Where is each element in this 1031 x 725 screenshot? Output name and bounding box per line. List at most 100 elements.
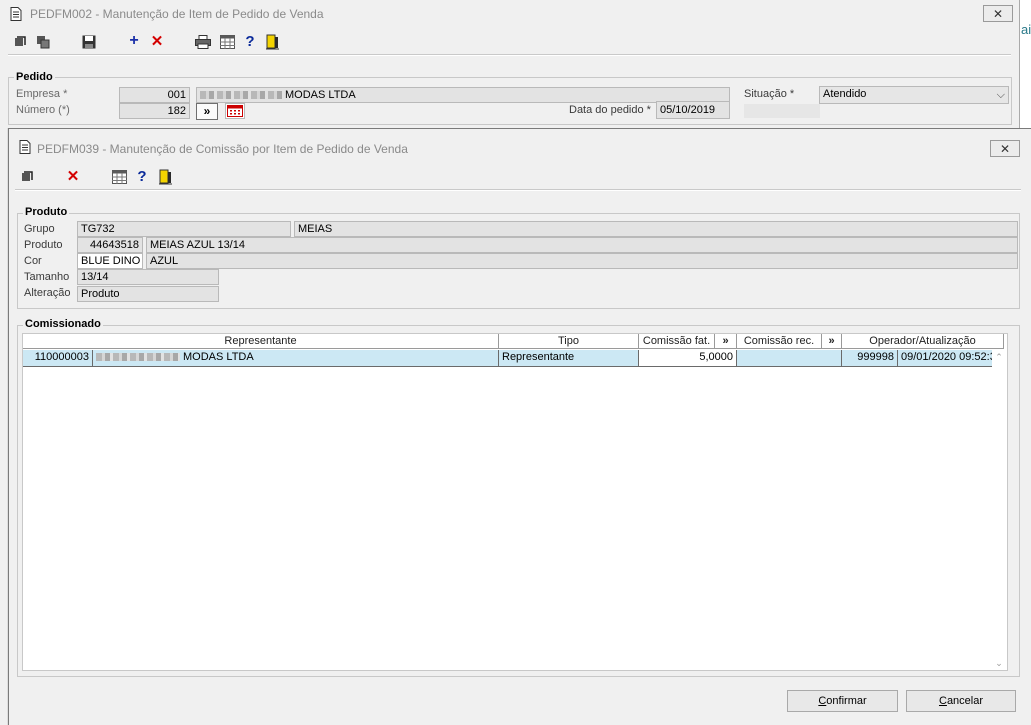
confirmar-button[interactable]: Confirmar (787, 690, 898, 712)
help-icon: ? (245, 32, 255, 50)
delete-button[interactable]: ✕ (149, 33, 165, 50)
grupo-name-field[interactable]: MEIAS (294, 221, 1018, 237)
empresa-name-field[interactable]: MODAS LTDA (196, 87, 730, 103)
add-icon: + (129, 32, 139, 49)
alteracao-field[interactable]: Produto (77, 286, 219, 302)
comissao-fat-cell[interactable]: 5,0000 (639, 350, 737, 367)
save-button[interactable] (81, 34, 97, 50)
representante-code-cell[interactable]: 110000003 (23, 350, 93, 367)
cor-code-field[interactable]: BLUE DINO (77, 253, 143, 269)
situacao-select[interactable]: Atendido ⌵ (819, 86, 1009, 104)
toolbar-separator (15, 189, 1021, 191)
column-header-representante[interactable]: Representante (23, 334, 499, 349)
column-header-comissao-fat[interactable]: Comissão fat. (639, 334, 715, 349)
help-icon: ? (137, 167, 147, 185)
outer-window-title: PEDFM002 - Manutenção de Item de Pedido … (30, 7, 324, 21)
inner-window-title: PEDFM039 - Manutenção de Comissão por It… (37, 142, 408, 156)
close-icon: ✕ (999, 142, 1011, 156)
grid-icon (111, 170, 127, 184)
column-header-comissao-rec[interactable]: Comissão rec. (737, 334, 822, 349)
close-form-button[interactable] (265, 34, 281, 50)
document-icon (19, 140, 31, 154)
toolbar-separator (8, 54, 1011, 56)
comissao-rec-expand-button[interactable]: » (822, 334, 842, 349)
door-exit-icon (159, 169, 172, 185)
tipo-cell[interactable]: Representante (499, 350, 639, 367)
inner-close-button[interactable]: ✕ (990, 140, 1020, 157)
print-button[interactable] (195, 34, 211, 50)
door-exit-icon (266, 34, 279, 50)
pedido-expand-button[interactable]: » (196, 103, 218, 120)
add-button[interactable]: + (126, 32, 142, 49)
numero-label: Número (*) (16, 104, 70, 116)
exit-window-icon (22, 171, 33, 181)
outer-close-button[interactable]: ✕ (983, 5, 1013, 22)
column-header-tipo[interactable]: Tipo (499, 334, 639, 349)
produto-group-title: Produto (23, 206, 70, 218)
produto-code-field[interactable]: 44643518 (77, 237, 143, 253)
help-button[interactable]: ? (134, 167, 150, 185)
data-pedido-label: Data do pedido * (569, 104, 651, 116)
grupo-code-field[interactable]: TG732 (77, 221, 291, 237)
grid-icon (219, 35, 235, 49)
chevron-down-icon: ⌵ (996, 89, 1005, 101)
produto-name-field[interactable]: MEIAS AZUL 13/14 (146, 237, 1018, 253)
inner-window: PEDFM039 - Manutenção de Comissão por It… (8, 128, 1031, 725)
cor-label: Cor (24, 255, 42, 267)
grid-button[interactable] (219, 34, 235, 50)
calendar-button[interactable] (225, 103, 245, 119)
situacao-extra-field (744, 104, 820, 118)
print-icon (195, 35, 211, 49)
operador-cell[interactable]: 999998 (842, 350, 898, 367)
copy-button[interactable] (35, 34, 51, 50)
grid-button[interactable] (111, 169, 127, 185)
scroll-down-icon[interactable]: ⌄ (995, 659, 1003, 668)
document-icon (10, 7, 22, 21)
help-button[interactable]: ? (242, 32, 258, 50)
grupo-label: Grupo (24, 223, 55, 235)
representante-name-cell[interactable]: MODAS LTDA (93, 350, 499, 367)
column-header-operador[interactable]: Operador/Atualização (842, 334, 1004, 349)
exit-window-button[interactable] (12, 34, 28, 50)
tamanho-label: Tamanho (24, 271, 70, 283)
comissao-rec-cell[interactable] (737, 350, 842, 367)
exit-window-icon (15, 36, 26, 46)
redacted-text (96, 353, 180, 362)
delete-button[interactable]: ✕ (65, 168, 81, 185)
cancelar-accelerator: C (938, 695, 947, 707)
tamanho-field[interactable]: 13/14 (77, 269, 219, 285)
pedido-group-title: Pedido (14, 71, 55, 83)
data-pedido-field[interactable]: 05/10/2019 (656, 101, 730, 119)
scroll-up-icon[interactable]: ⌃ (995, 353, 1003, 362)
comissao-fat-expand-button[interactable]: » (715, 334, 737, 349)
confirmar-label: onfirmar (826, 695, 867, 707)
cancelar-button[interactable]: Cancelar (906, 690, 1016, 712)
exit-window-button[interactable] (19, 169, 35, 185)
delete-icon: ✕ (150, 33, 164, 50)
atualizacao-cell[interactable]: 09/01/2020 09:52:38 (898, 350, 1004, 367)
situacao-label: Situação * (744, 88, 795, 100)
empresa-name-text: MODAS LTDA (285, 89, 356, 101)
background-edge-text: ai (1021, 22, 1031, 37)
redacted-text (200, 91, 282, 100)
representante-name-text: MODAS LTDA (183, 351, 254, 363)
comissionado-group-title: Comissionado (23, 318, 103, 330)
empresa-label: Empresa * (16, 88, 68, 100)
delete-icon: ✕ (66, 168, 80, 185)
close-form-button[interactable] (158, 169, 174, 185)
close-icon: ✕ (992, 7, 1004, 21)
grid-vertical-scrollbar[interactable]: ⌃ ⌄ (992, 350, 1007, 670)
comissionado-grid: Representante Tipo Comissão fat. » Comis… (22, 333, 1008, 671)
copy-icon (37, 36, 50, 49)
situacao-value: Atendido (823, 88, 867, 100)
alteracao-label: Alteração (24, 287, 71, 299)
empresa-code-field[interactable]: 001 (119, 87, 190, 103)
inner-titlebar: PEDFM039 - Manutenção de Comissão por It… (9, 129, 1031, 159)
numero-field[interactable]: 182 (119, 103, 190, 119)
cor-name-field[interactable]: AZUL (146, 253, 1018, 269)
outer-titlebar: PEDFM002 - Manutenção de Item de Pedido … (0, 0, 1019, 28)
calendar-icon (227, 105, 243, 117)
save-icon (82, 35, 96, 49)
produto-label: Produto (24, 239, 63, 251)
cancelar-label: ancelar (946, 695, 984, 707)
